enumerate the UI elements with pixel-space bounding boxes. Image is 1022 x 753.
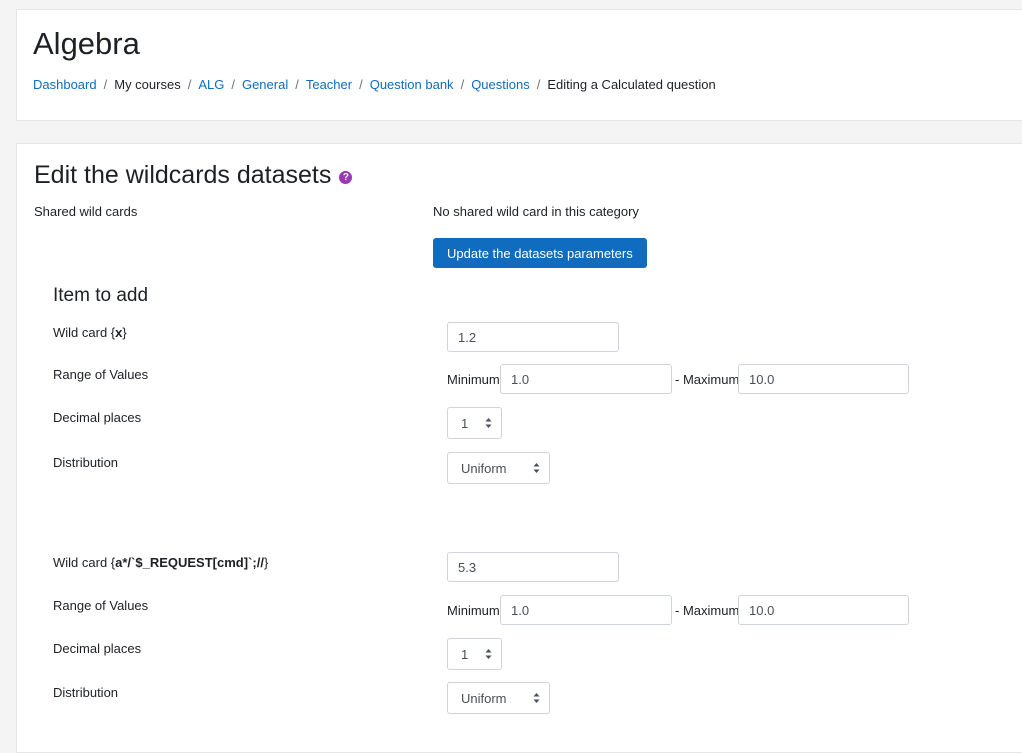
breadcrumb-separator: / (187, 77, 192, 92)
main-content: Edit the wildcards datasets ? Shared wil… (16, 143, 1022, 753)
range-of-values-label: Range of Values (53, 367, 149, 382)
page-heading: Edit the wildcards datasets ? (34, 158, 353, 192)
course-title: Algebra (33, 26, 140, 61)
breadcrumb-dashboard[interactable]: Dashboard (33, 77, 97, 92)
decimal-places-select[interactable]: 1 (447, 638, 502, 670)
decimal-places-label: Decimal places (53, 641, 142, 656)
select-arrows-icon (485, 418, 492, 428)
breadcrumb-separator: / (536, 77, 541, 92)
minimum-label: Minimum (447, 603, 500, 618)
breadcrumb: Dashboard / My courses / ALG / General /… (33, 77, 716, 92)
distribution-select[interactable]: Uniform (447, 682, 550, 714)
breadcrumb-general[interactable]: General (242, 77, 288, 92)
wildcard-value-input[interactable] (447, 322, 619, 352)
update-datasets-button[interactable]: Update the datasets parameters (433, 238, 647, 268)
wildcard-label: Wild card {a*/`$_REQUEST[cmd]`;//} (53, 555, 268, 570)
decimal-places-value: 1 (461, 415, 469, 431)
page-header: Algebra Dashboard / My courses / ALG / G… (16, 9, 1022, 121)
wildcard-label-prefix: Wild card { (53, 555, 116, 570)
minimum-label: Minimum (447, 372, 500, 387)
distribution-value: Uniform (461, 690, 507, 706)
shared-wildcards-value: No shared wild card in this category (433, 204, 639, 219)
maximum-input[interactable] (738, 595, 909, 625)
breadcrumb-question-bank[interactable]: Question bank (370, 77, 454, 92)
wildcard-name: a*/`$_REQUEST[cmd]`;// (115, 555, 264, 570)
breadcrumb-teacher[interactable]: Teacher (306, 77, 352, 92)
select-arrows-icon (533, 463, 540, 473)
breadcrumb-separator: / (231, 77, 235, 92)
maximum-input[interactable] (738, 364, 909, 394)
wildcard-label-suffix: } (122, 325, 127, 340)
maximum-label: - Maximum (675, 372, 740, 387)
breadcrumb-alg[interactable]: ALG (198, 77, 224, 92)
distribution-select[interactable]: Uniform (447, 452, 550, 484)
breadcrumb-separator: / (460, 77, 465, 92)
wildcard-label-prefix: Wild card { (53, 325, 116, 340)
wildcard-label: Wild card {x} (53, 325, 127, 340)
decimal-places-select[interactable]: 1 (447, 407, 502, 439)
distribution-value: Uniform (461, 460, 507, 476)
distribution-label: Distribution (53, 455, 119, 470)
page-heading-text: Edit the wildcards datasets (34, 161, 332, 189)
select-arrows-icon (485, 649, 492, 659)
range-of-values-label: Range of Values (53, 598, 149, 613)
select-arrows-icon (533, 693, 540, 703)
shared-wildcards-label: Shared wild cards (34, 204, 138, 219)
breadcrumb-my-courses: My courses (114, 77, 181, 92)
item-to-add-heading: Item to add (53, 285, 149, 306)
decimal-places-label: Decimal places (53, 410, 142, 425)
breadcrumb-separator: / (103, 77, 108, 92)
breadcrumb-separator: / (295, 77, 299, 92)
decimal-places-value: 1 (461, 646, 469, 662)
question-circle-icon[interactable]: ? (339, 170, 353, 184)
distribution-label: Distribution (53, 685, 119, 700)
breadcrumb-current: Editing a Calculated question (547, 77, 716, 92)
breadcrumb-separator: / (359, 77, 363, 92)
maximum-label: - Maximum (675, 603, 740, 618)
wildcard-label-suffix: } (263, 555, 269, 570)
minimum-input[interactable] (500, 595, 672, 625)
minimum-input[interactable] (500, 364, 672, 394)
breadcrumb-questions[interactable]: Questions (471, 77, 530, 92)
wildcard-value-input[interactable] (447, 552, 619, 582)
